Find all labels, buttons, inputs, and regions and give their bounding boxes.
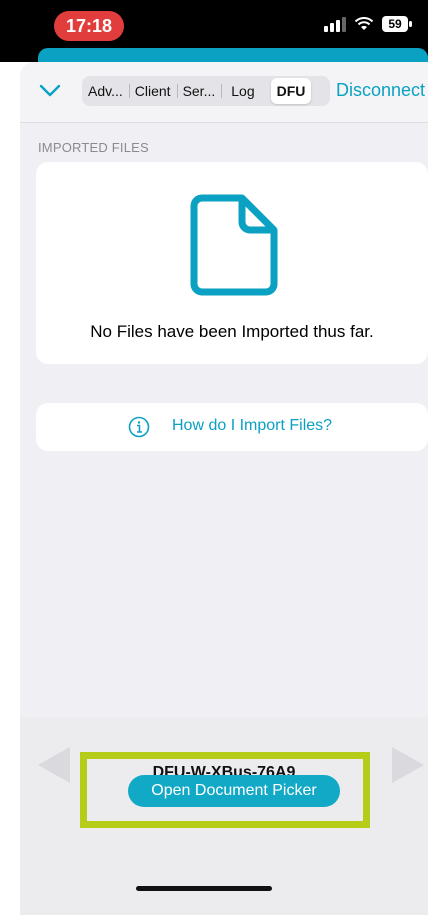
document-icon: [190, 194, 278, 296]
tab-segmented-control: Adv... Client Ser... Log DFU: [82, 76, 330, 106]
phone-screen: 17:18 59 Adv... Client Ser... Log DFU Di…: [0, 0, 428, 915]
status-time[interactable]: 17:18: [54, 11, 124, 41]
tab-advertisement[interactable]: Adv...: [82, 78, 130, 104]
chevron-down-icon[interactable]: [36, 76, 64, 104]
tab-dfu[interactable]: DFU: [270, 78, 312, 104]
no-files-message: No Files have been Imported thus far.: [90, 322, 374, 341]
how-to-import-link[interactable]: How do I Import Files?: [172, 417, 332, 435]
top-navigation-bar: Adv... Client Ser... Log DFU Disconnect: [20, 62, 428, 123]
imported-files-card: No Files have been Imported thus far.: [36, 162, 428, 364]
info-icon: [128, 416, 150, 438]
battery-icon: 59: [382, 16, 412, 32]
disconnect-button[interactable]: Disconnect: [336, 80, 425, 101]
tab-log[interactable]: Log: [221, 78, 264, 104]
wifi-icon: [354, 17, 374, 30]
tab-server[interactable]: Ser...: [177, 78, 222, 104]
status-icons: 59: [324, 16, 412, 32]
open-document-picker-button[interactable]: Open Document Picker: [128, 775, 340, 807]
cellular-signal-icon: [324, 16, 346, 32]
imported-files-header: IMPORTED FILES: [38, 140, 149, 155]
import-help-row[interactable]: How do I Import Files?: [36, 403, 428, 451]
home-indicator[interactable]: [136, 886, 272, 891]
tab-client[interactable]: Client: [129, 78, 178, 104]
